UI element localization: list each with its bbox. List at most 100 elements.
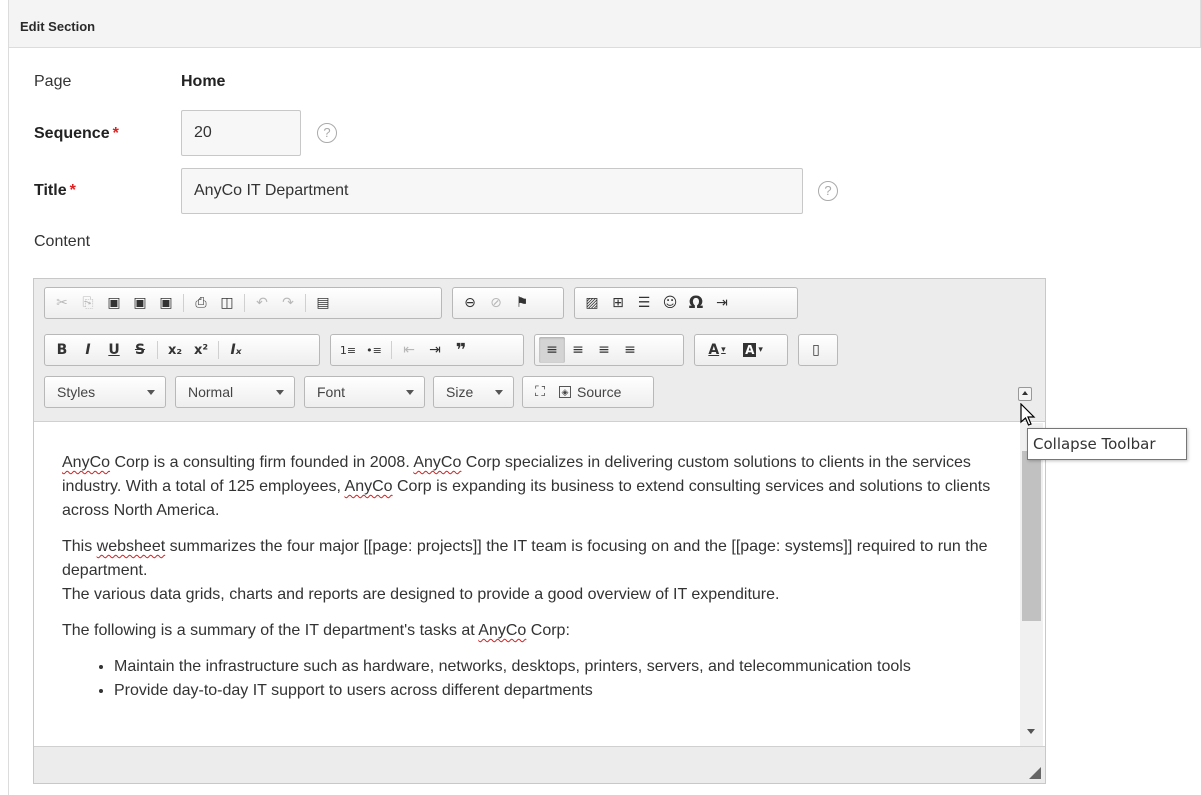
editor-content[interactable]: AnyCo Corp is a consulting firm founded … bbox=[34, 423, 1045, 746]
align-left-icon[interactable]: ≡ bbox=[539, 337, 565, 363]
toolbar-separator bbox=[305, 294, 306, 312]
collapse-toolbar-button[interactable] bbox=[1018, 387, 1032, 401]
styles-dropdown[interactable]: Styles bbox=[44, 376, 166, 408]
color-toolbar-group: A ▾ A ▾ bbox=[694, 334, 788, 366]
unlink-icon[interactable]: ⊘ bbox=[483, 290, 509, 316]
required-marker: * bbox=[112, 125, 119, 142]
link-icon[interactable]: ⊖ bbox=[457, 290, 483, 316]
page-break-icon[interactable]: ⇥ bbox=[709, 290, 735, 316]
required-marker: * bbox=[69, 182, 76, 199]
size-dropdown-label: Size bbox=[446, 384, 474, 400]
align-right-icon[interactable]: ≡ bbox=[591, 337, 617, 363]
font-dropdown[interactable]: Font bbox=[304, 376, 425, 408]
paste-word-icon[interactable]: ▣ bbox=[153, 290, 179, 316]
bg-color-button[interactable]: A ▾ bbox=[735, 337, 771, 363]
toolbar-separator bbox=[244, 294, 245, 312]
print-icon[interactable]: ⎙ bbox=[188, 290, 214, 316]
format-dropdown-label: Normal bbox=[188, 384, 234, 400]
paragraph: The following is a summary of the IT dep… bbox=[62, 622, 570, 639]
chevron-down-icon bbox=[495, 390, 503, 395]
basic-styles-toolbar-group: B I U S x₂ x² Iₓ bbox=[44, 334, 320, 366]
strike-button[interactable]: S bbox=[127, 337, 153, 363]
resize-grip-icon[interactable] bbox=[1029, 767, 1041, 779]
bulleted-list-icon[interactable]: •≡ bbox=[361, 337, 387, 363]
justify-icon[interactable]: ≡ bbox=[617, 337, 643, 363]
smiley-icon[interactable]: ☺ bbox=[657, 290, 683, 316]
toolbar-separator bbox=[391, 341, 392, 359]
indent-icon[interactable]: ⇥ bbox=[422, 337, 448, 363]
chevron-down-icon bbox=[147, 390, 155, 395]
show-blocks-icon[interactable]: ▯ bbox=[803, 337, 829, 363]
toolbar-separator bbox=[157, 341, 158, 359]
outdent-icon[interactable]: ⇤ bbox=[396, 337, 422, 363]
editor-text-body: AnyCo Corp is a consulting firm founded … bbox=[62, 451, 1002, 703]
templates-icon[interactable]: ▤ bbox=[310, 290, 336, 316]
sequence-help-icon[interactable]: ? bbox=[317, 123, 337, 143]
font-dropdown-label: Font bbox=[317, 384, 346, 400]
sequence-input[interactable]: 20 bbox=[181, 110, 301, 156]
redo-icon[interactable]: ↷ bbox=[275, 290, 301, 316]
insert-toolbar-group: ▨ ⊞ ☰ ☺ Ω ⇥ bbox=[574, 287, 798, 319]
scroll-down-arrow-icon[interactable] bbox=[1027, 729, 1035, 734]
text-color-icon: A bbox=[708, 342, 720, 358]
table-icon[interactable]: ⊞ bbox=[605, 290, 631, 316]
styles-dropdown-label: Styles bbox=[57, 384, 96, 400]
subscript-button[interactable]: x₂ bbox=[162, 337, 188, 363]
blockquote-icon[interactable]: ❞ bbox=[448, 337, 474, 363]
text-color-button[interactable]: A ▾ bbox=[699, 337, 735, 363]
clipboard-toolbar-group: ✂ ⎘ ▣ ▣ ▣ ⎙ ◫ ↶ ↷ ▤ bbox=[44, 287, 442, 319]
italic-button[interactable]: I bbox=[75, 337, 101, 363]
editor-toolbar: ✂ ⎘ ▣ ▣ ▣ ⎙ ◫ ↶ ↷ ▤ ⊖ ⊘ ⚑ ▨ ⊞ ☰ ☺ Ω ⇥ B … bbox=[34, 279, 1045, 422]
mouse-cursor-icon bbox=[1020, 403, 1036, 426]
bold-button[interactable]: B bbox=[49, 337, 75, 363]
source-button-label: Source bbox=[577, 384, 622, 400]
paste-text-icon[interactable]: ▣ bbox=[127, 290, 153, 316]
image-icon[interactable]: ▨ bbox=[579, 290, 605, 316]
task-list: Maintain the infrastructure such as hard… bbox=[62, 655, 1002, 703]
rich-text-editor: ✂ ⎘ ▣ ▣ ▣ ⎙ ◫ ↶ ↷ ▤ ⊖ ⊘ ⚑ ▨ ⊞ ☰ ☺ Ω ⇥ B … bbox=[33, 278, 1046, 784]
toolbar-separator bbox=[183, 294, 184, 312]
content-label: Content bbox=[34, 233, 91, 250]
horizontal-line-icon[interactable]: ☰ bbox=[631, 290, 657, 316]
editor-statusbar bbox=[34, 746, 1045, 783]
alignment-toolbar-group: ≡ ≡ ≡ ≡ bbox=[534, 334, 684, 366]
anchor-icon[interactable]: ⚑ bbox=[509, 290, 535, 316]
sequence-label-text: Sequence bbox=[34, 125, 110, 142]
numbered-list-icon[interactable]: 1≡ bbox=[335, 337, 361, 363]
undo-icon[interactable]: ↶ bbox=[249, 290, 275, 316]
list-item: Provide day-to-day IT support to users a… bbox=[114, 679, 1002, 703]
format-dropdown[interactable]: Normal bbox=[175, 376, 295, 408]
tools-toolbar-group: ▯ bbox=[798, 334, 838, 366]
list-item: Maintain the infrastructure such as hard… bbox=[114, 655, 1002, 679]
chevron-down-icon bbox=[276, 390, 284, 395]
source-button[interactable]: ◈ Source bbox=[559, 384, 621, 400]
copy-icon[interactable]: ⎘ bbox=[75, 290, 101, 316]
cut-icon[interactable]: ✂ bbox=[49, 290, 75, 316]
size-dropdown[interactable]: Size bbox=[433, 376, 514, 408]
page-value: Home bbox=[181, 73, 226, 90]
paste-icon[interactable]: ▣ bbox=[101, 290, 127, 316]
paragraph: This websheet summarizes the four major … bbox=[62, 538, 988, 603]
align-center-icon[interactable]: ≡ bbox=[565, 337, 591, 363]
title-help-icon[interactable]: ? bbox=[818, 181, 838, 201]
page-label: Page bbox=[34, 73, 72, 90]
document-toolbar-group: ⛶ ◈ Source bbox=[522, 376, 654, 408]
toolbar-separator bbox=[218, 341, 219, 359]
editor-scrollbar[interactable] bbox=[1020, 423, 1043, 746]
title-input[interactable]: AnyCo IT Department bbox=[181, 168, 803, 214]
paragraph: AnyCo Corp is a consulting firm founded … bbox=[62, 454, 991, 519]
source-icon: ◈ bbox=[559, 386, 571, 398]
remove-format-button[interactable]: Iₓ bbox=[223, 337, 249, 363]
superscript-button[interactable]: x² bbox=[188, 337, 214, 363]
underline-button[interactable]: U bbox=[101, 337, 127, 363]
special-char-icon[interactable]: Ω bbox=[683, 290, 709, 316]
collapse-toolbar-tooltip: Collapse Toolbar bbox=[1027, 428, 1187, 460]
title-label: Title * bbox=[34, 182, 76, 200]
paragraph-toolbar-group: 1≡ •≡ ⇤ ⇥ ❞ bbox=[330, 334, 524, 366]
sequence-label: Sequence * bbox=[34, 125, 119, 143]
maximize-icon[interactable]: ⛶ bbox=[527, 379, 553, 405]
section-title: Edit Section bbox=[20, 19, 96, 34]
bg-color-icon: A bbox=[743, 343, 757, 357]
scrollbar-thumb[interactable] bbox=[1022, 451, 1041, 621]
preview-icon[interactable]: ◫ bbox=[214, 290, 240, 316]
